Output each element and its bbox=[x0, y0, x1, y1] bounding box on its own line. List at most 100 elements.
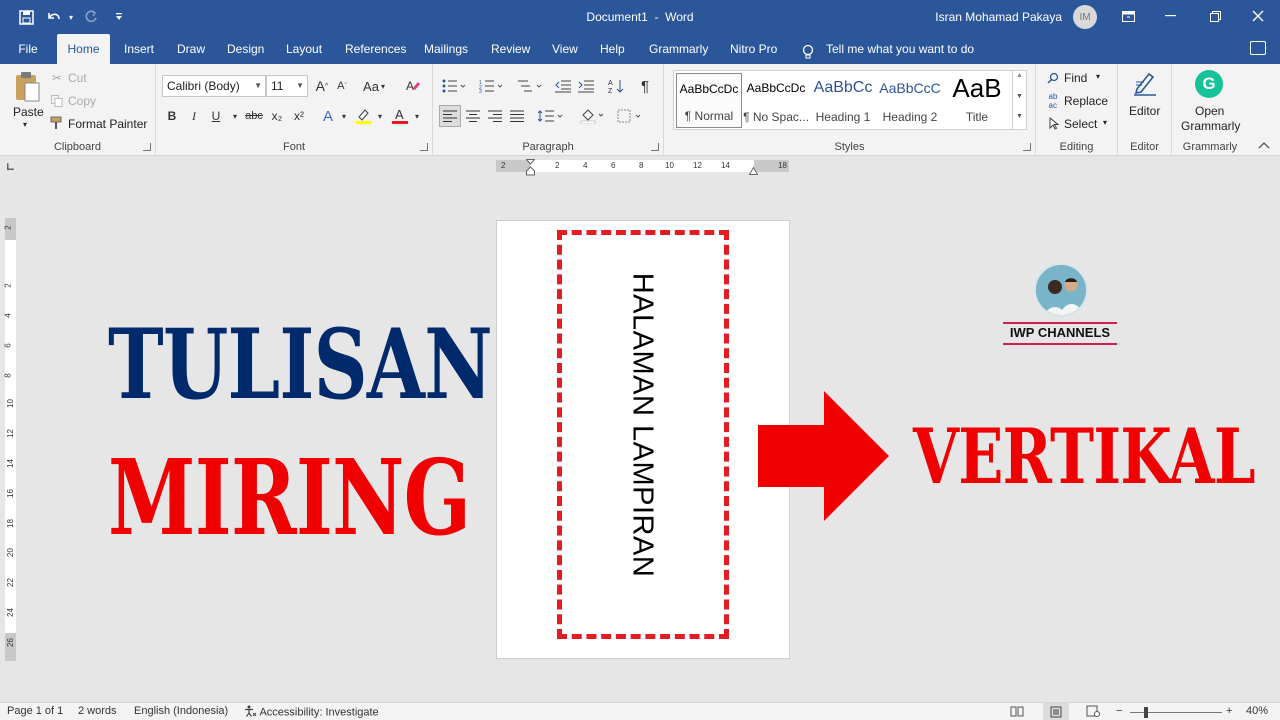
tab-selector-icon[interactable] bbox=[7, 163, 14, 170]
align-center-icon[interactable] bbox=[462, 106, 484, 126]
font-name-dropdown-icon[interactable]: ▼ bbox=[254, 76, 262, 96]
format-painter-icon[interactable] bbox=[50, 116, 64, 130]
select-cursor-icon[interactable] bbox=[1047, 116, 1061, 130]
grammarly-open-label[interactable]: Open bbox=[1195, 104, 1224, 118]
avatar[interactable]: IM bbox=[1073, 5, 1097, 29]
underline-button[interactable]: U bbox=[206, 106, 226, 126]
accessibility-status[interactable]: Accessibility: Investigate bbox=[244, 705, 379, 720]
numbering-icon[interactable]: 123 bbox=[478, 76, 504, 96]
cut-button[interactable]: Cut bbox=[68, 71, 87, 85]
close-icon[interactable] bbox=[1236, 0, 1280, 32]
paragraph-launcher-icon[interactable] bbox=[651, 143, 659, 151]
tab-review[interactable]: Review bbox=[491, 34, 530, 64]
clear-formatting-icon[interactable]: A bbox=[403, 76, 423, 96]
select-button[interactable]: Select bbox=[1064, 117, 1097, 131]
tab-mailings[interactable]: Mailings bbox=[424, 34, 468, 64]
editor-button[interactable]: Editor bbox=[1129, 104, 1160, 118]
styles-scroll-up-icon[interactable]: ▲ bbox=[1016, 72, 1023, 79]
select-dropdown-icon[interactable]: ▾ bbox=[1103, 118, 1107, 127]
user-name[interactable]: Isran Mohamad Pakaya bbox=[935, 10, 1062, 24]
tab-layout[interactable]: Layout bbox=[286, 34, 322, 64]
save-icon[interactable] bbox=[15, 6, 37, 28]
style-normal[interactable]: AaBbCcDc ¶ Normal bbox=[676, 73, 742, 128]
replace-icon[interactable]: ab ac bbox=[1045, 92, 1061, 110]
find-dropdown-icon[interactable]: ▾ bbox=[1096, 72, 1100, 81]
tab-help[interactable]: Help bbox=[600, 34, 625, 64]
grammarly-name-label[interactable]: Grammarly bbox=[1181, 119, 1240, 133]
font-launcher-icon[interactable] bbox=[420, 143, 428, 151]
page-count[interactable]: Page 1 of 1 bbox=[7, 705, 63, 717]
style-title[interactable]: AaB Title bbox=[944, 73, 1010, 128]
style-no-spacing[interactable]: AaBbCcDc ¶ No Spac... bbox=[743, 73, 809, 128]
collapse-ribbon-icon[interactable] bbox=[1256, 138, 1272, 152]
zoom-level[interactable]: 40% bbox=[1246, 705, 1268, 717]
align-left-icon[interactable] bbox=[439, 105, 461, 127]
change-case-button[interactable]: Aa ▾ bbox=[360, 76, 388, 96]
tab-nitro-pro[interactable]: Nitro Pro bbox=[730, 34, 777, 64]
zoom-slider-thumb[interactable] bbox=[1144, 707, 1148, 718]
right-indent-marker[interactable] bbox=[748, 164, 759, 178]
grammarly-logo-icon[interactable]: G bbox=[1195, 70, 1223, 98]
ribbon-display-icon[interactable] bbox=[1106, 0, 1150, 32]
word-count[interactable]: 2 words bbox=[78, 705, 117, 717]
undo-dropdown-icon[interactable]: ▾ bbox=[60, 6, 82, 28]
customize-quick-access-icon[interactable] bbox=[108, 6, 130, 28]
print-layout-icon[interactable] bbox=[1043, 703, 1069, 720]
styles-scrollbar[interactable]: ▲ ▼ ▼ bbox=[1012, 71, 1026, 129]
bold-button[interactable]: B bbox=[162, 106, 182, 126]
read-mode-icon[interactable] bbox=[1010, 705, 1024, 720]
tab-grammarly[interactable]: Grammarly bbox=[649, 34, 708, 64]
tab-draw[interactable]: Draw bbox=[177, 34, 205, 64]
vertical-ruler[interactable]: 2 2 4 6 8 10 12 14 16 18 20 22 24 26 bbox=[4, 218, 16, 661]
cut-icon[interactable]: ✂ bbox=[50, 71, 64, 85]
minimize-icon[interactable] bbox=[1148, 0, 1192, 32]
font-size-box[interactable]: 11 ▼ bbox=[266, 75, 308, 97]
shrink-font-icon[interactable]: Aˇ bbox=[333, 76, 351, 96]
restore-icon[interactable] bbox=[1193, 0, 1237, 32]
tab-references[interactable]: References bbox=[345, 34, 406, 64]
style-heading-1[interactable]: AaBbCc Heading 1 bbox=[810, 73, 876, 128]
font-color-dropdown-icon[interactable]: ▾ bbox=[407, 106, 427, 126]
paste-button[interactable]: Paste bbox=[13, 105, 44, 119]
editor-pen-icon[interactable] bbox=[1130, 68, 1160, 98]
subscript-button[interactable]: x₂ bbox=[267, 106, 287, 126]
zoom-out-button[interactable]: − bbox=[1116, 705, 1122, 717]
tab-home[interactable]: Home bbox=[57, 34, 110, 64]
font-size-dropdown-icon[interactable]: ▼ bbox=[296, 76, 304, 96]
document-page[interactable]: HALAMAN LAMPIRAN bbox=[496, 220, 790, 659]
tab-insert[interactable]: Insert bbox=[124, 34, 154, 64]
multilevel-list-icon[interactable] bbox=[515, 76, 543, 96]
paste-icon[interactable] bbox=[12, 70, 42, 104]
tab-view[interactable]: View bbox=[552, 34, 578, 64]
horizontal-ruler[interactable]: 2 2 4 6 8 10 12 14 18 bbox=[496, 159, 789, 176]
tab-design[interactable]: Design bbox=[227, 34, 264, 64]
strikethrough-button[interactable]: abc bbox=[242, 106, 266, 126]
style-heading-2[interactable]: AaBbCcC Heading 2 bbox=[877, 73, 943, 128]
vertical-text-content[interactable]: HALAMAN LAMPIRAN bbox=[626, 273, 659, 578]
text-effects-dropdown-icon[interactable]: ▾ bbox=[334, 106, 354, 126]
zoom-in-button[interactable]: + bbox=[1226, 705, 1232, 717]
decrease-indent-icon[interactable] bbox=[554, 76, 572, 96]
tab-file[interactable]: File bbox=[10, 34, 46, 64]
align-right-icon[interactable] bbox=[484, 106, 506, 126]
styles-launcher-icon[interactable] bbox=[1023, 143, 1031, 151]
show-formatting-marks-icon[interactable]: ¶ bbox=[636, 76, 654, 96]
paste-dropdown-icon[interactable]: ▾ bbox=[23, 120, 27, 129]
format-painter-button[interactable]: Format Painter bbox=[68, 117, 147, 131]
styles-more-icon[interactable]: ▼ bbox=[1016, 113, 1023, 120]
shading-icon[interactable] bbox=[579, 106, 607, 126]
styles-scroll-down-icon[interactable]: ▼ bbox=[1016, 93, 1023, 100]
superscript-button[interactable]: x² bbox=[289, 106, 309, 126]
font-name-box[interactable]: Calibri (Body) ▼ bbox=[162, 75, 266, 97]
web-layout-icon[interactable] bbox=[1086, 705, 1100, 720]
grow-font-icon[interactable]: A ^ bbox=[313, 76, 331, 96]
sort-icon[interactable]: AZ bbox=[607, 76, 625, 96]
find-icon[interactable] bbox=[1046, 71, 1060, 85]
comments-icon[interactable] bbox=[1250, 41, 1266, 55]
first-line-indent-marker[interactable] bbox=[525, 159, 536, 182]
copy-icon[interactable] bbox=[50, 94, 64, 108]
redo-icon[interactable] bbox=[80, 6, 102, 28]
line-spacing-icon[interactable] bbox=[537, 106, 565, 126]
justify-icon[interactable] bbox=[506, 106, 528, 126]
clipboard-launcher-icon[interactable] bbox=[143, 143, 151, 151]
